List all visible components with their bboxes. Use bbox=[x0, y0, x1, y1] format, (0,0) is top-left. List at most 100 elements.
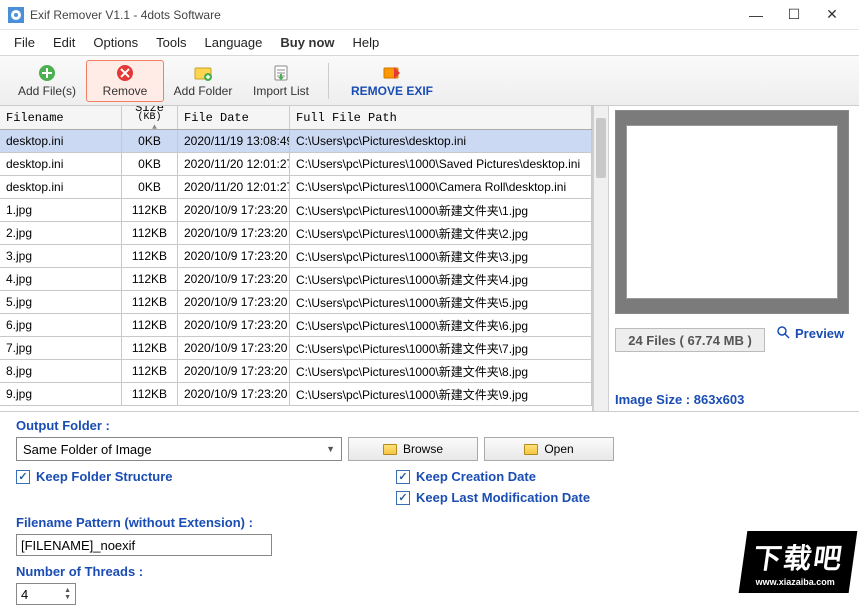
col-size[interactable]: Size (KB) bbox=[122, 106, 178, 129]
table-row[interactable]: desktop.ini0KB2020/11/20 12:01:27C:\User… bbox=[0, 153, 592, 176]
cell-date: 2020/10/9 17:23:20 bbox=[178, 337, 290, 359]
remove-exif-button[interactable]: REMOVE EXIF bbox=[337, 60, 447, 102]
preview-link[interactable]: Preview bbox=[777, 326, 844, 341]
menu-buynow[interactable]: Buy now bbox=[280, 35, 334, 50]
col-full-path[interactable]: Full File Path bbox=[290, 106, 592, 129]
menubar: File Edit Options Tools Language Buy now… bbox=[0, 30, 859, 56]
vertical-scrollbar[interactable] bbox=[593, 106, 609, 411]
remove-icon bbox=[115, 63, 135, 83]
table-row[interactable]: 4.jpg112KB2020/10/9 17:23:20C:\Users\pc\… bbox=[0, 268, 592, 291]
remove-button[interactable]: Remove bbox=[86, 60, 164, 102]
cell-filename: 9.jpg bbox=[0, 383, 122, 405]
import-list-button[interactable]: Import List bbox=[242, 60, 320, 102]
preview-image bbox=[615, 110, 849, 314]
cell-path: C:\Users\pc\Pictures\1000\新建文件夹\5.jpg bbox=[290, 291, 592, 313]
keep-mod-date-checkbox[interactable]: ✓ Keep Last Modification Date bbox=[396, 490, 590, 505]
cell-date: 2020/11/20 12:01:27 bbox=[178, 176, 290, 198]
remove-exif-icon bbox=[382, 63, 402, 83]
import-list-icon bbox=[271, 63, 291, 83]
cell-date: 2020/10/9 17:23:20 bbox=[178, 383, 290, 405]
menu-tools[interactable]: Tools bbox=[156, 35, 186, 50]
checkbox-checked-icon: ✓ bbox=[396, 470, 410, 484]
table-row[interactable]: 7.jpg112KB2020/10/9 17:23:20C:\Users\pc\… bbox=[0, 337, 592, 360]
col-filename[interactable]: Filename bbox=[0, 106, 122, 129]
toolbar: Add File(s) Remove Add Folder Import Lis… bbox=[0, 56, 859, 106]
preview-pane: 24 Files ( 67.74 MB ) Preview Image Size… bbox=[609, 106, 859, 411]
cell-path: C:\Users\pc\Pictures\1000\新建文件夹\3.jpg bbox=[290, 245, 592, 267]
close-button[interactable]: ✕ bbox=[813, 3, 851, 27]
cell-size: 112KB bbox=[122, 314, 178, 336]
cell-filename: 6.jpg bbox=[0, 314, 122, 336]
table-row[interactable]: 2.jpg112KB2020/10/9 17:23:20C:\Users\pc\… bbox=[0, 222, 592, 245]
cell-size: 112KB bbox=[122, 222, 178, 244]
cell-date: 2020/11/20 12:01:27 bbox=[178, 153, 290, 175]
cell-filename: 7.jpg bbox=[0, 337, 122, 359]
image-size-label: Image Size : 863x603 bbox=[615, 392, 853, 407]
cell-filename: 1.jpg bbox=[0, 199, 122, 221]
table-row[interactable]: 6.jpg112KB2020/10/9 17:23:20C:\Users\pc\… bbox=[0, 314, 592, 337]
toolbar-divider bbox=[328, 63, 329, 99]
menu-edit[interactable]: Edit bbox=[53, 35, 75, 50]
menu-help[interactable]: Help bbox=[353, 35, 380, 50]
open-button[interactable]: Open bbox=[484, 437, 614, 461]
output-folder-combo[interactable]: Same Folder of Image ▼ bbox=[16, 437, 342, 461]
folder-add-icon bbox=[193, 63, 213, 83]
minimize-button[interactable]: — bbox=[737, 3, 775, 27]
cell-path: C:\Users\pc\Pictures\1000\新建文件夹\8.jpg bbox=[290, 360, 592, 382]
col-file-date[interactable]: File Date bbox=[178, 106, 290, 129]
cell-size: 112KB bbox=[122, 199, 178, 221]
keep-creation-date-checkbox[interactable]: ✓ Keep Creation Date bbox=[396, 469, 590, 484]
cell-path: C:\Users\pc\Pictures\1000\新建文件夹\6.jpg bbox=[290, 314, 592, 336]
table-header: Filename Size (KB) File Date Full File P… bbox=[0, 106, 592, 130]
cell-size: 112KB bbox=[122, 291, 178, 313]
table-row[interactable]: 9.jpg112KB2020/10/9 17:23:20C:\Users\pc\… bbox=[0, 383, 592, 406]
cell-date: 2020/10/9 17:23:20 bbox=[178, 245, 290, 267]
cell-date: 2020/10/9 17:23:20 bbox=[178, 291, 290, 313]
titlebar: Exif Remover V1.1 - 4dots Software — ☐ ✕ bbox=[0, 0, 859, 30]
cell-path: C:\Users\pc\Pictures\desktop.ini bbox=[290, 130, 592, 152]
menu-file[interactable]: File bbox=[14, 35, 35, 50]
maximize-button[interactable]: ☐ bbox=[775, 3, 813, 27]
cell-date: 2020/10/9 17:23:20 bbox=[178, 222, 290, 244]
cell-date: 2020/11/19 13:08:49 bbox=[178, 130, 290, 152]
menu-options[interactable]: Options bbox=[93, 35, 138, 50]
cell-filename: 3.jpg bbox=[0, 245, 122, 267]
cell-filename: desktop.ini bbox=[0, 153, 122, 175]
cell-date: 2020/10/9 17:23:20 bbox=[178, 314, 290, 336]
table-row[interactable]: desktop.ini0KB2020/11/19 13:08:49C:\User… bbox=[0, 130, 592, 153]
add-file-icon bbox=[37, 63, 57, 83]
browse-button[interactable]: Browse bbox=[348, 437, 478, 461]
add-files-button[interactable]: Add File(s) bbox=[8, 60, 86, 102]
table-row[interactable]: 3.jpg112KB2020/10/9 17:23:20C:\Users\pc\… bbox=[0, 245, 592, 268]
file-summary: 24 Files ( 67.74 MB ) bbox=[615, 328, 765, 352]
cell-filename: desktop.ini bbox=[0, 176, 122, 198]
folder-icon bbox=[383, 444, 397, 455]
cell-size: 112KB bbox=[122, 360, 178, 382]
folder-icon bbox=[524, 444, 538, 455]
table-row[interactable]: 8.jpg112KB2020/10/9 17:23:20C:\Users\pc\… bbox=[0, 360, 592, 383]
cell-filename: desktop.ini bbox=[0, 130, 122, 152]
magnifier-icon bbox=[777, 326, 791, 340]
cell-filename: 4.jpg bbox=[0, 268, 122, 290]
threads-stepper[interactable]: 4 ▲▼ bbox=[16, 583, 76, 605]
cell-date: 2020/10/9 17:23:20 bbox=[178, 360, 290, 382]
threads-label: Number of Threads : bbox=[16, 564, 843, 579]
cell-date: 2020/10/9 17:23:20 bbox=[178, 199, 290, 221]
table-row[interactable]: 1.jpg112KB2020/10/9 17:23:20C:\Users\pc\… bbox=[0, 199, 592, 222]
scrollbar-thumb[interactable] bbox=[596, 118, 606, 178]
table-row[interactable]: desktop.ini0KB2020/11/20 12:01:27C:\User… bbox=[0, 176, 592, 199]
cell-size: 0KB bbox=[122, 153, 178, 175]
keep-folder-structure-checkbox[interactable]: ✓ Keep Folder Structure bbox=[16, 469, 346, 484]
options-panel: Output Folder : Same Folder of Image ▼ B… bbox=[0, 411, 859, 605]
chevron-down-icon: ▼ bbox=[326, 444, 335, 454]
table-row[interactable]: 5.jpg112KB2020/10/9 17:23:20C:\Users\pc\… bbox=[0, 291, 592, 314]
checkbox-checked-icon: ✓ bbox=[396, 491, 410, 505]
file-table: Filename Size (KB) File Date Full File P… bbox=[0, 106, 593, 411]
filename-pattern-input[interactable] bbox=[16, 534, 272, 556]
window-title: Exif Remover V1.1 - 4dots Software bbox=[30, 8, 737, 22]
cell-path: C:\Users\pc\Pictures\1000\新建文件夹\7.jpg bbox=[290, 337, 592, 359]
menu-language[interactable]: Language bbox=[205, 35, 263, 50]
add-folder-button[interactable]: Add Folder bbox=[164, 60, 242, 102]
cell-path: C:\Users\pc\Pictures\1000\新建文件夹\9.jpg bbox=[290, 383, 592, 405]
table-body: desktop.ini0KB2020/11/19 13:08:49C:\User… bbox=[0, 130, 592, 411]
